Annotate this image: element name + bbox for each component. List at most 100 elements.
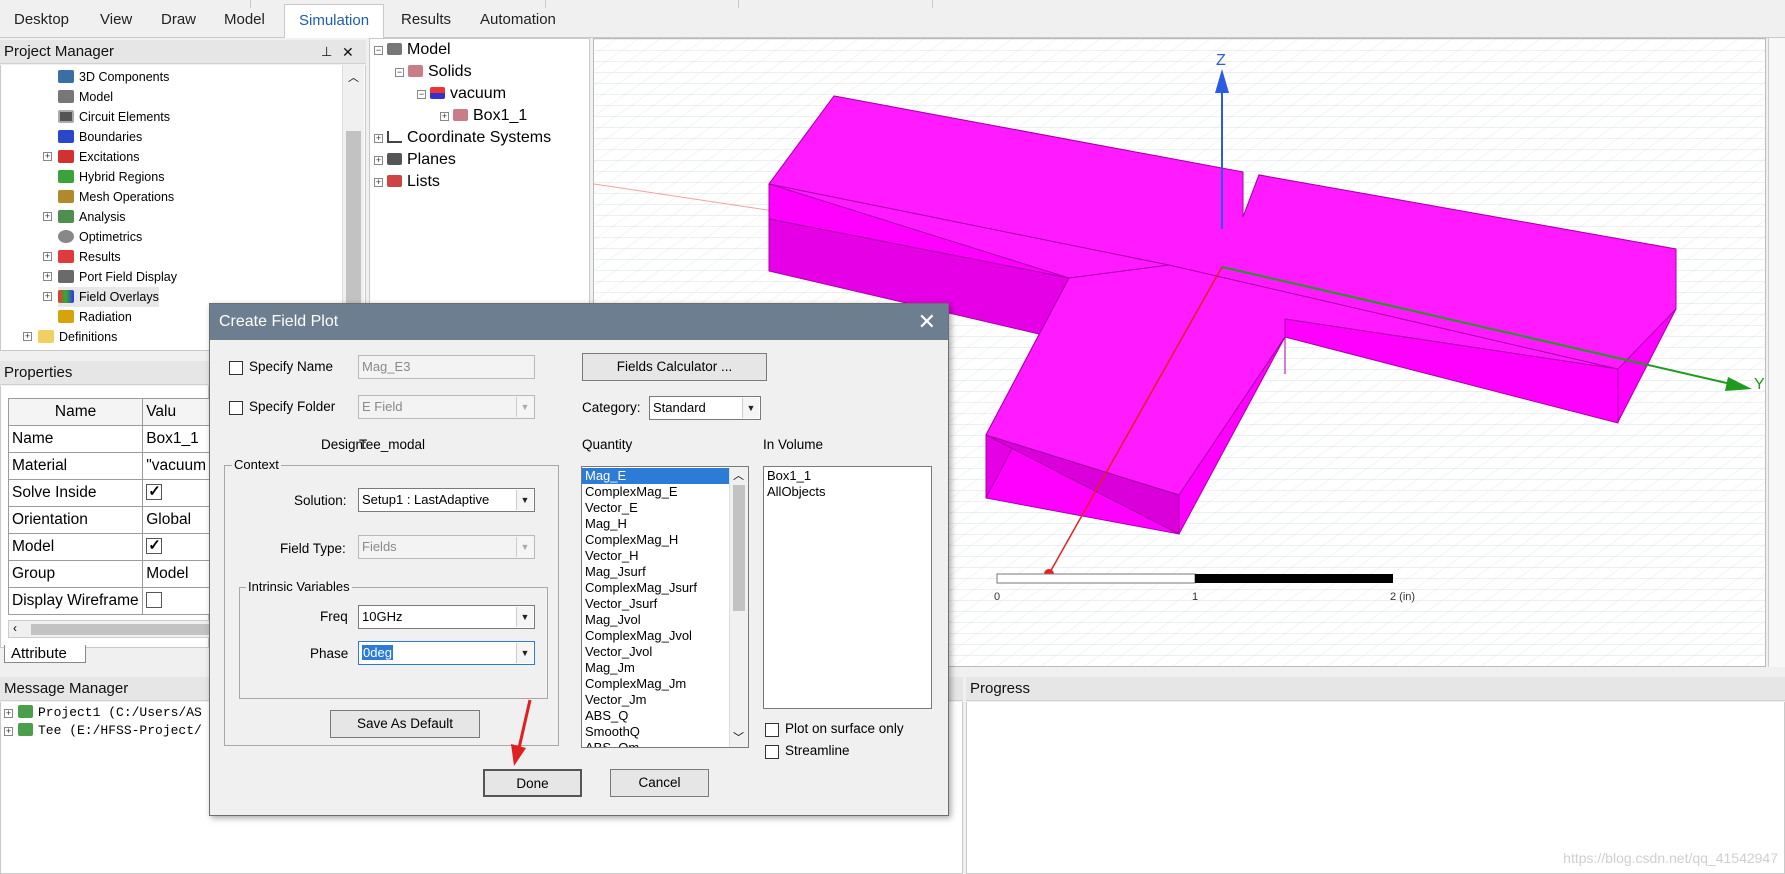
specify-folder-select[interactable]: E Field ▼ (358, 395, 535, 419)
tab-attribute[interactable]: Attribute (4, 645, 86, 663)
dialog-titlebar[interactable]: Create Field Plot (210, 304, 948, 340)
tab-view[interactable]: View (86, 6, 146, 34)
model-tree-model[interactable]: Model (387, 39, 451, 61)
chevron-down-icon[interactable]: ▼ (516, 643, 533, 663)
display-wireframe-checkbox[interactable] (146, 592, 163, 608)
list-item[interactable]: Mag_Jm (582, 660, 729, 676)
quantity-scrollbar[interactable]: ︿ ﹀ (729, 467, 748, 747)
expand-icon[interactable]: + (43, 292, 52, 301)
model-tree-solids[interactable]: Solids (408, 61, 472, 83)
chevron-down-icon[interactable]: ▼ (516, 537, 533, 557)
tab-desktop[interactable]: Desktop (0, 6, 83, 34)
prop-value[interactable]: Global (142, 506, 210, 534)
list-item[interactable]: Vector_H (582, 548, 729, 564)
specify-folder-checkbox[interactable] (229, 401, 243, 415)
list-item[interactable]: ComplexMag_Jvol (582, 628, 729, 644)
tree-item-3d-components[interactable]: 3D Components (58, 67, 169, 87)
solve-inside-checkbox[interactable] (146, 482, 163, 500)
expand-icon[interactable]: + (43, 212, 52, 221)
tree-item-results[interactable]: Results (58, 247, 121, 267)
list-item[interactable]: Box1_1 (764, 468, 931, 484)
expand-icon[interactable]: + (374, 156, 383, 165)
list-item[interactable]: Vector_Jm (582, 692, 729, 708)
fields-calculator-button[interactable]: Fields Calculator ... (582, 353, 767, 381)
category-select[interactable]: Standard ▼ (649, 396, 761, 420)
tab-model[interactable]: Model (210, 6, 279, 34)
prop-value[interactable]: Box1_1 (142, 425, 210, 453)
prop-value[interactable]: Model (142, 560, 210, 588)
expand-icon[interactable]: + (43, 252, 52, 261)
list-item[interactable]: Project1 (C:/Users/AS (18, 703, 202, 723)
save-as-default-button[interactable]: Save As Default (330, 710, 480, 738)
chevron-down-icon[interactable]: ▼ (516, 397, 533, 417)
model-checkbox[interactable] (146, 536, 163, 554)
tree-item-boundaries[interactable]: Boundaries (58, 127, 142, 147)
specify-name-checkbox[interactable] (229, 361, 243, 375)
cancel-button[interactable]: Cancel (610, 769, 709, 797)
tree-item-analysis[interactable]: Analysis (58, 207, 126, 227)
scroll-left-icon[interactable]: ‹ (13, 621, 17, 635)
list-item[interactable]: ComplexMag_E (582, 484, 729, 500)
solution-select[interactable]: Setup1 : LastAdaptive ▼ (358, 488, 535, 512)
list-item[interactable]: Vector_E (582, 500, 729, 516)
collapse-icon[interactable]: − (395, 68, 404, 77)
close-icon[interactable]: ✕ (918, 309, 936, 335)
list-item[interactable]: Vector_Jvol (582, 644, 729, 660)
close-icon[interactable]: ✕ (342, 40, 354, 64)
chevron-down-icon[interactable]: ▼ (742, 398, 759, 418)
chevron-down-icon[interactable]: ▼ (516, 607, 533, 627)
tab-draw[interactable]: Draw (147, 6, 210, 34)
list-item[interactable]: AllObjects (764, 484, 931, 500)
expand-icon[interactable]: + (4, 727, 13, 736)
expand-icon[interactable]: + (4, 709, 13, 718)
list-item[interactable]: Mag_Jsurf (582, 564, 729, 580)
tree-item-optimetrics[interactable]: Optimetrics (58, 227, 142, 247)
expand-icon[interactable]: + (43, 152, 52, 161)
field-type-select[interactable]: Fields ▼ (358, 535, 535, 559)
quantity-list[interactable]: Mag_E ComplexMag_E Vector_E Mag_H ComplexMag… (581, 466, 749, 748)
scroll-up-icon[interactable]: ︿ (348, 69, 359, 85)
list-item[interactable]: ABS_Qm (582, 740, 729, 747)
list-item[interactable]: Tee (E:/HFSS-Project/ (18, 721, 202, 741)
plot-on-surface-checkbox[interactable] (765, 723, 779, 737)
tab-results[interactable]: Results (387, 6, 465, 34)
tree-item-mesh-operations[interactable]: Mesh Operations (58, 187, 174, 207)
list-item[interactable]: Vector_Jsurf (582, 596, 729, 612)
tree-item-port-field-display[interactable]: Port Field Display (58, 267, 177, 287)
list-item[interactable]: SmoothQ (582, 724, 729, 740)
list-item[interactable]: ComplexMag_H (582, 532, 729, 548)
expand-icon[interactable]: + (374, 134, 383, 143)
list-item[interactable]: Mag_E (582, 468, 729, 484)
tab-automation[interactable]: Automation (466, 6, 570, 34)
list-item[interactable]: Mag_H (582, 516, 729, 532)
model-tree-vacuum[interactable]: vacuum (430, 83, 506, 105)
collapse-icon[interactable]: − (374, 46, 383, 55)
tree-item-hybrid-regions[interactable]: Hybrid Regions (58, 167, 164, 187)
tree-item-definitions[interactable]: Definitions (38, 327, 117, 347)
phase-select[interactable]: 0deg ▼ (358, 641, 535, 665)
specify-name-input[interactable]: Mag_E3 (358, 355, 535, 379)
model-tree-coordinate-systems[interactable]: Coordinate Systems (387, 127, 551, 149)
list-item[interactable]: Mag_Jvol (582, 612, 729, 628)
properties-hscrollbar[interactable]: ‹ (8, 620, 211, 638)
list-item[interactable]: ABS_Q (582, 708, 729, 724)
expand-icon[interactable]: + (440, 112, 449, 121)
expand-icon[interactable]: + (43, 272, 52, 281)
tab-simulation[interactable]: Simulation (284, 4, 385, 38)
scroll-up-icon[interactable]: ︿ (733, 467, 744, 483)
model-tree-box1-1[interactable]: Box1_1 (453, 105, 527, 127)
prop-value[interactable]: "vacuum (142, 452, 210, 480)
freq-select[interactable]: 10GHz ▼ (358, 605, 535, 629)
model-tree-planes[interactable]: Planes (387, 149, 456, 171)
list-item[interactable]: ComplexMag_Jm (582, 676, 729, 692)
collapse-icon[interactable]: − (417, 90, 426, 99)
in-volume-list[interactable]: Box1_1 AllObjects (763, 466, 932, 709)
done-button[interactable]: Done (483, 769, 582, 797)
scroll-down-icon[interactable]: ﹀ (733, 729, 744, 745)
right-docked-panel[interactable] (1768, 38, 1785, 667)
model-tree-lists[interactable]: Lists (387, 171, 440, 193)
chevron-down-icon[interactable]: ▼ (516, 490, 533, 510)
tree-item-model[interactable]: Model (58, 87, 113, 107)
tree-item-excitations[interactable]: Excitations (58, 147, 139, 167)
tree-item-radiation[interactable]: Radiation (58, 307, 132, 327)
